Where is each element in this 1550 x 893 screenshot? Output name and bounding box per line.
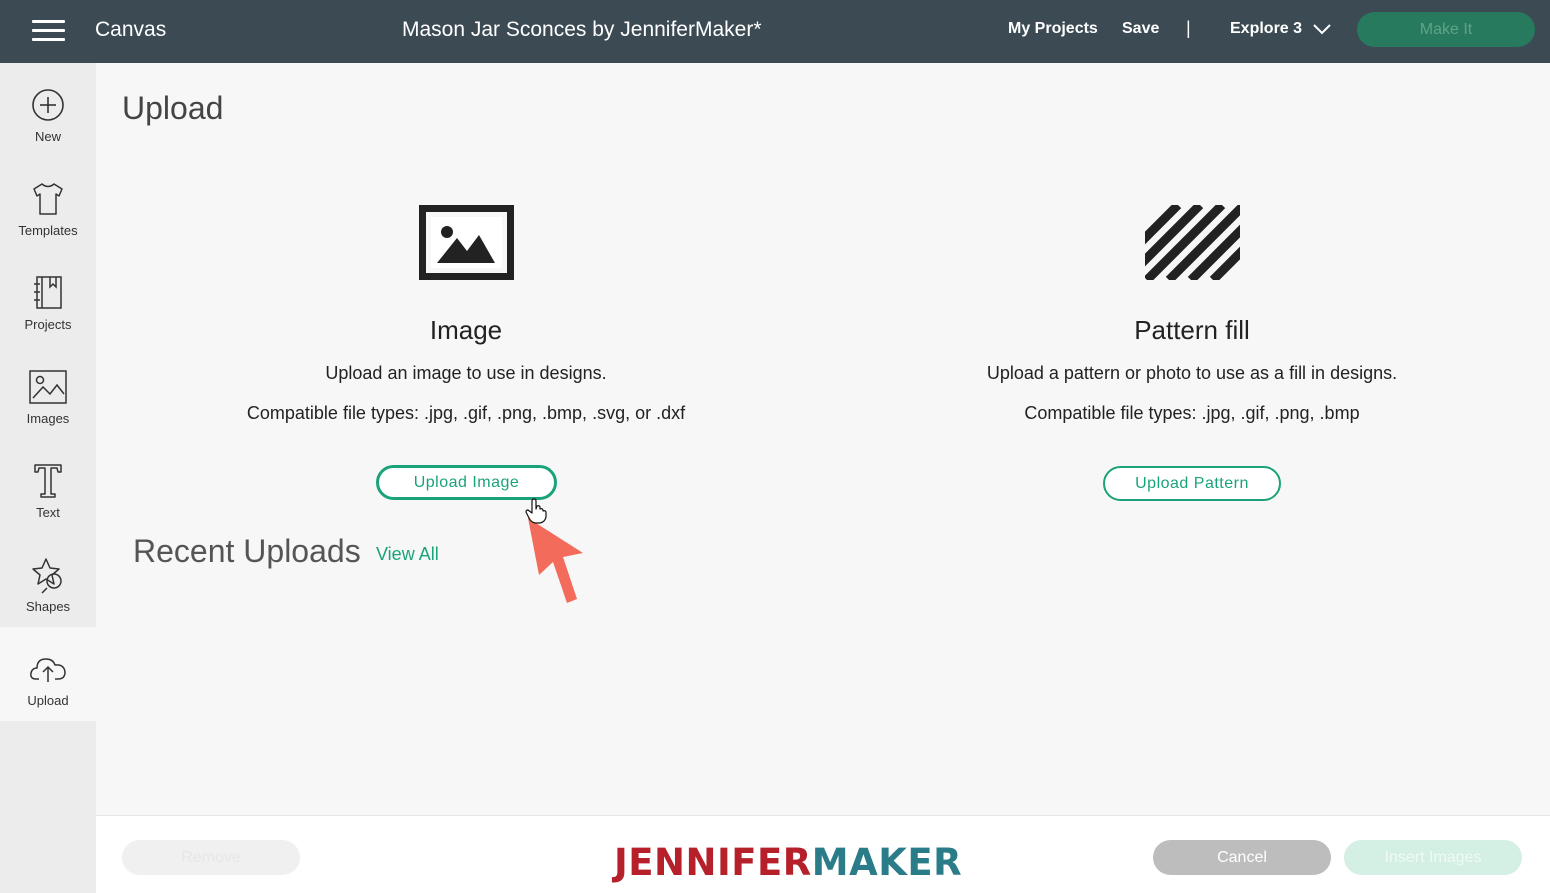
page-title: Upload	[122, 90, 224, 126]
sidebar-item-label: Templates	[18, 223, 78, 238]
image-icon	[29, 370, 67, 404]
footer-bar: Remove JENNIFERMAKER Cancel Insert Image…	[96, 815, 1550, 893]
top-bar: Canvas Mason Jar Sconces by JenniferMake…	[0, 0, 1550, 63]
cancel-button[interactable]: Cancel	[1153, 840, 1331, 875]
upload-image-button[interactable]: Upload Image	[376, 465, 557, 500]
sidebar-item-label: Text	[36, 505, 60, 520]
jennifermaker-logo: JENNIFERMAKER	[614, 841, 962, 884]
hand-cursor-icon	[525, 498, 547, 524]
sidebar-item-new[interactable]: New	[0, 63, 96, 157]
sidebar-item-projects[interactable]: Projects	[0, 251, 96, 345]
sidebar-item-images[interactable]: Images	[0, 345, 96, 439]
pattern-description: Upload a pattern or photo to use as a fi…	[986, 363, 1398, 383]
tshirt-icon	[33, 183, 63, 215]
sidebar: New Templates Projects Images Text Shape…	[0, 63, 96, 893]
view-all-link[interactable]: View All	[376, 544, 439, 565]
image-file-types: Compatible file types: .jpg, .gif, .png,…	[246, 403, 686, 423]
pointer-arrow-icon	[528, 518, 583, 603]
pattern-fill-icon	[1145, 205, 1240, 280]
upload-panel: Upload Image Upload an image to use in d…	[96, 63, 1550, 815]
insert-images-button: Insert Images	[1344, 840, 1522, 875]
sidebar-item-upload[interactable]: Upload	[0, 627, 96, 721]
sidebar-item-label: New	[34, 129, 61, 144]
sidebar-item-label: Upload	[27, 693, 69, 708]
notebook-icon	[34, 276, 62, 309]
shapes-icon	[32, 558, 62, 594]
sidebar-item-shapes[interactable]: Shapes	[0, 533, 96, 627]
my-projects-link[interactable]: My Projects	[1008, 20, 1098, 38]
chevron-down-icon[interactable]	[1313, 23, 1331, 35]
remove-button: Remove	[122, 840, 300, 875]
sidebar-item-label: Projects	[24, 317, 72, 332]
logo-part-2: MAKER	[811, 841, 963, 884]
sidebar-item-label: Shapes	[25, 599, 71, 614]
logo-part-1: JENNIFER	[614, 841, 812, 884]
machine-selector[interactable]: Explore 3	[1230, 20, 1302, 38]
upload-pattern-button[interactable]: Upload Pattern	[1103, 466, 1281, 501]
app-name: Canvas	[95, 18, 167, 41]
image-heading: Image	[429, 315, 503, 345]
project-title: Mason Jar Sconces by JenniferMaker*	[402, 18, 762, 41]
image-icon	[419, 205, 514, 280]
pattern-file-types: Compatible file types: .jpg, .gif, .png,…	[1024, 403, 1360, 423]
sidebar-item-templates[interactable]: Templates	[0, 157, 96, 251]
make-it-button: Make It	[1357, 12, 1535, 47]
text-icon	[34, 464, 62, 498]
separator: |	[1186, 18, 1191, 38]
plus-circle-icon	[32, 89, 64, 121]
cloud-upload-icon	[30, 658, 66, 682]
image-description: Upload an image to use in designs.	[325, 363, 607, 383]
sidebar-item-text[interactable]: Text	[0, 439, 96, 533]
sidebar-item-label: Images	[26, 411, 70, 426]
pattern-heading: Pattern fill	[1134, 315, 1250, 345]
recent-uploads-title: Recent Uploads	[133, 533, 361, 569]
menu-icon[interactable]	[32, 20, 65, 42]
save-link[interactable]: Save	[1122, 20, 1159, 38]
